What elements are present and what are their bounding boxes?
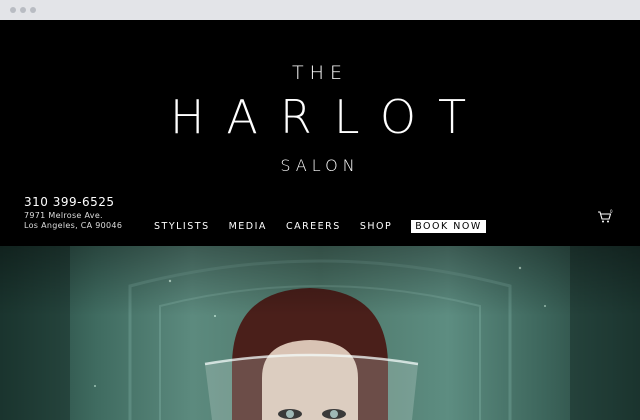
window-dot <box>30 7 36 13</box>
brand-name[interactable]: HARLOT <box>0 90 640 144</box>
cart-button[interactable]: 0 <box>597 209 613 225</box>
site-header: THE HARLOT SALON 310 399-6525 7971 Melro… <box>0 20 640 246</box>
cart-count: 0 <box>610 209 613 214</box>
browser-chrome <box>0 0 640 20</box>
nav-careers[interactable]: CAREERS <box>286 221 341 232</box>
brand-salon: SALON <box>280 156 360 175</box>
phone-number[interactable]: 310 399-6525 <box>24 195 115 209</box>
cart-icon: 0 <box>598 209 613 223</box>
address-line1: 7971 Melrose Ave. <box>24 211 103 220</box>
brand-the: THE <box>292 62 348 84</box>
main-nav: STYLISTS MEDIA CAREERS SHOP BOOK NOW <box>154 220 505 233</box>
book-now-button[interactable]: BOOK NOW <box>411 220 486 233</box>
nav-media[interactable]: MEDIA <box>229 221 267 232</box>
nav-shop[interactable]: SHOP <box>360 221 392 232</box>
window-dot <box>10 7 16 13</box>
hero-top-shade <box>0 246 640 420</box>
nav-stylists[interactable]: STYLISTS <box>154 221 210 232</box>
window-dot <box>20 7 26 13</box>
address-line2: Los Angeles, CA 90046 <box>24 221 123 230</box>
hero-image <box>0 246 640 420</box>
